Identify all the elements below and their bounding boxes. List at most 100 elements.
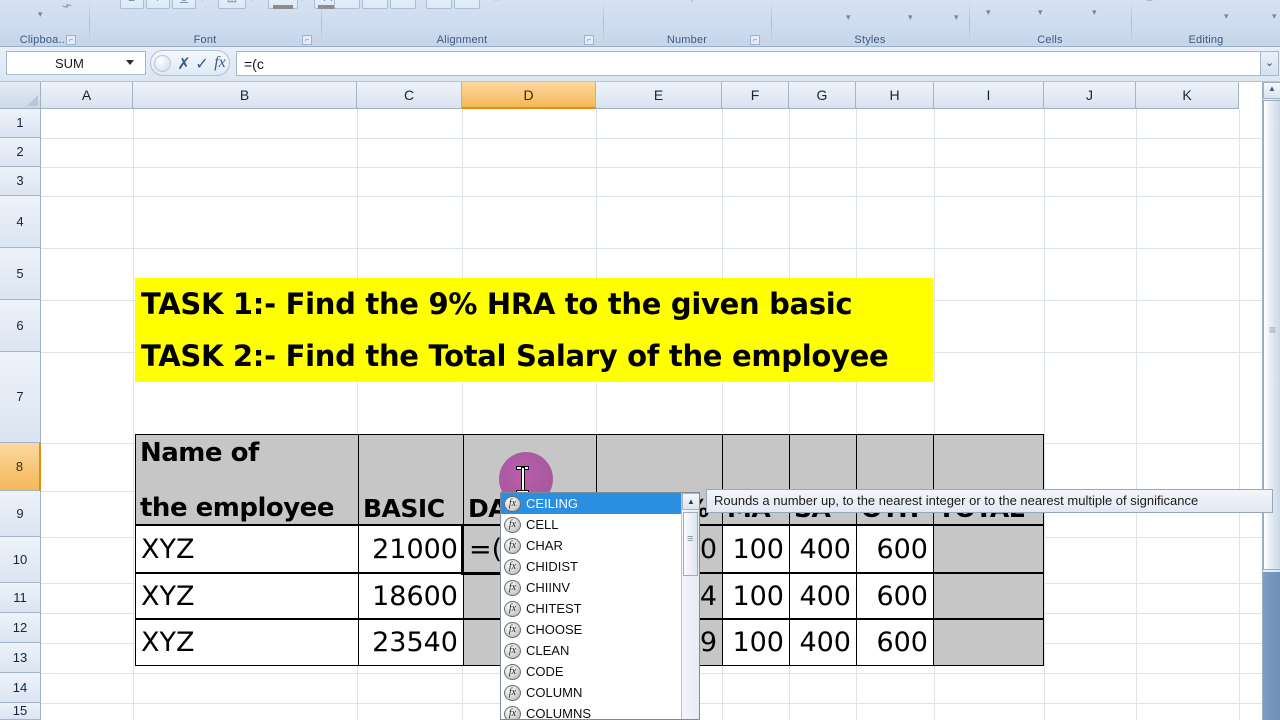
currency-format-icon[interactable]: ⌸ — [616, 0, 624, 4]
comma-style-icon[interactable]: , — [690, 0, 694, 3]
cell-ma-row-2[interactable]: 100 — [722, 573, 790, 619]
clear-dropdown-arrow-icon[interactable]: ▾ — [1162, 0, 1167, 3]
align-right-icon[interactable]: ≡ — [390, 0, 416, 9]
format-painter-icon[interactable]: ⌁ — [59, 0, 75, 17]
align-center-icon[interactable]: ≡ — [362, 0, 388, 9]
autocomplete-item[interactable]: fx CELL — [501, 514, 682, 535]
autocomplete-item[interactable]: fx CODE — [501, 661, 682, 682]
row-header-11[interactable]: 11 — [0, 583, 41, 613]
delete-dropdown-arrow-icon[interactable]: ▾ — [1038, 7, 1043, 18]
column-header-b[interactable]: B — [133, 82, 357, 109]
underline-button[interactable]: U — [172, 0, 196, 9]
clear-eraser-icon[interactable]: ✎ — [1138, 0, 1156, 9]
column-header-f[interactable]: F — [722, 82, 789, 109]
column-header-k[interactable]: K — [1136, 82, 1239, 109]
row-header-10[interactable]: 10 — [0, 537, 41, 583]
cell-oth-row-3[interactable]: 600 — [856, 619, 934, 666]
paste-button-label[interactable]: Paste — [18, 0, 46, 2]
column-header-d[interactable]: D — [462, 82, 596, 109]
row-header-5[interactable]: 5 — [0, 248, 41, 300]
conditional-formatting-dropdown-arrow-icon[interactable]: ▾ — [846, 12, 851, 23]
row-header-12[interactable]: 12 — [0, 613, 41, 643]
row-header-15[interactable]: 15 — [0, 703, 41, 720]
underline-dropdown-arrow-icon[interactable]: ▾ — [200, 0, 205, 4]
increase-indent-icon[interactable]: ⇥ — [454, 0, 480, 9]
autocomplete-item[interactable]: fx COLUMNS — [501, 703, 682, 719]
borders-dropdown-arrow-icon[interactable]: ▾ — [250, 0, 255, 4]
cell-oth-row-2[interactable]: 600 — [856, 573, 934, 619]
cell-name-row-2[interactable]: XYZ — [135, 573, 359, 619]
number-dialog-launcher[interactable]: ⌐ — [750, 35, 760, 45]
sort-filter-dropdown-arrow-icon[interactable]: ▾ — [1224, 11, 1229, 22]
row-header-8[interactable]: 8 — [0, 443, 41, 491]
cell-total-row-1[interactable] — [933, 525, 1044, 573]
format-as-table-dropdown-arrow-icon[interactable]: ▾ — [908, 12, 913, 23]
cell-total-row-2[interactable] — [933, 573, 1044, 619]
column-header-a[interactable]: A — [41, 82, 133, 109]
alignment-dialog-launcher[interactable]: ⌐ — [584, 35, 594, 45]
column-header-j[interactable]: J — [1044, 82, 1136, 109]
cell-ma-row-3[interactable]: 100 — [722, 619, 790, 666]
percent-style-button[interactable]: % — [656, 0, 668, 3]
cell-basic-row-1[interactable]: 21000 — [358, 525, 464, 573]
row-header-7[interactable]: 7 — [0, 352, 41, 443]
insert-dropdown-arrow-icon[interactable]: ▾ — [986, 7, 991, 18]
autocomplete-item[interactable]: fx CHAR — [501, 535, 682, 556]
merge-center-icon[interactable]: ⊞ — [492, 0, 502, 3]
autocomplete-item[interactable]: fx CEILING — [501, 493, 682, 514]
cell-oth-row-1[interactable]: 600 — [856, 525, 934, 573]
font-dialog-launcher[interactable]: ⌐ — [302, 35, 312, 45]
currency-dropdown-arrow-icon[interactable]: ▾ — [634, 0, 639, 2]
autocomplete-scrollbar[interactable]: ▲ — [681, 493, 699, 719]
cell-sa-row-2[interactable]: 400 — [789, 573, 857, 619]
bold-button[interactable]: B — [120, 0, 144, 9]
cell-basic-row-3[interactable]: 23540 — [358, 619, 464, 666]
cell-sa-row-3[interactable]: 400 — [789, 619, 857, 666]
formula-autocomplete-dropdown[interactable]: fx CEILING fx CELL fx CHAR fx CHIDIST fx CHIINV fx… — [500, 492, 700, 720]
fill-color-dropdown-arrow-icon[interactable]: ▾ — [300, 0, 305, 4]
name-box[interactable]: SUM — [6, 51, 146, 75]
cell-total-row-3[interactable] — [933, 619, 1044, 666]
find-select-dropdown-arrow-icon[interactable]: ▾ — [1272, 11, 1277, 22]
row-header-1[interactable]: 1 — [0, 109, 41, 138]
expand-formula-bar-icon[interactable]: ⌄ — [1260, 51, 1279, 76]
autocomplete-item[interactable]: fx CHIDIST — [501, 556, 682, 577]
autocomplete-item[interactable]: fx CHITEST — [501, 598, 682, 619]
vertical-scroll-track[interactable] — [1263, 572, 1280, 720]
autocomplete-item[interactable]: fx CHOOSE — [501, 619, 682, 640]
row-header-14[interactable]: 14 — [0, 673, 41, 703]
row-header-9[interactable]: 9 — [0, 491, 41, 537]
row-header-6[interactable]: 6 — [0, 300, 41, 352]
autocomplete-scroll-thumb[interactable] — [683, 512, 698, 576]
row-header-13[interactable]: 13 — [0, 643, 41, 673]
cell-name-row-3[interactable]: XYZ — [135, 619, 359, 666]
paste-dropdown-arrow-icon[interactable]: ▾ — [38, 9, 43, 20]
column-header-c[interactable]: C — [357, 82, 462, 109]
merge-center-dropdown-arrow-icon[interactable]: ▾ — [590, 0, 595, 2]
autocomplete-item[interactable]: fx CHIINV — [501, 577, 682, 598]
scroll-up-arrow-icon[interactable] — [1263, 82, 1280, 99]
vertical-scrollbar[interactable] — [1262, 82, 1280, 720]
row-header-3[interactable]: 3 — [0, 167, 41, 196]
decrease-indent-icon[interactable]: ⇤ — [426, 0, 452, 9]
formula-input[interactable]: =(c — [236, 51, 1260, 76]
column-header-g[interactable]: G — [789, 82, 856, 109]
cell-basic-row-2[interactable]: 18600 — [358, 573, 464, 619]
column-header-i[interactable]: I — [934, 82, 1044, 109]
align-left-icon[interactable]: ≡ — [334, 0, 360, 9]
borders-icon[interactable]: ⊞ — [218, 0, 246, 9]
cell-sa-row-1[interactable]: 400 — [789, 525, 857, 573]
autocomplete-item[interactable]: fx COLUMN — [501, 682, 682, 703]
row-header-4[interactable]: 4 — [0, 196, 41, 248]
cell-styles-dropdown-arrow-icon[interactable]: ▾ — [954, 12, 959, 23]
cell-ma-row-1[interactable]: 100 — [722, 525, 790, 573]
column-header-h[interactable]: H — [856, 82, 934, 109]
autocomplete-list[interactable]: fx CEILING fx CELL fx CHAR fx CHIDIST fx CHIINV fx… — [501, 493, 682, 719]
select-all-corner[interactable] — [0, 82, 41, 109]
format-dropdown-arrow-icon[interactable]: ▾ — [1092, 7, 1097, 18]
autocomplete-item[interactable]: fx CLEAN — [501, 640, 682, 661]
cell-name-row-1[interactable]: XYZ — [135, 525, 359, 573]
name-box-dropdown-arrow-icon[interactable] — [126, 60, 134, 65]
insert-function-icon[interactable]: fx — [209, 54, 231, 72]
column-header-e[interactable]: E — [596, 82, 722, 109]
